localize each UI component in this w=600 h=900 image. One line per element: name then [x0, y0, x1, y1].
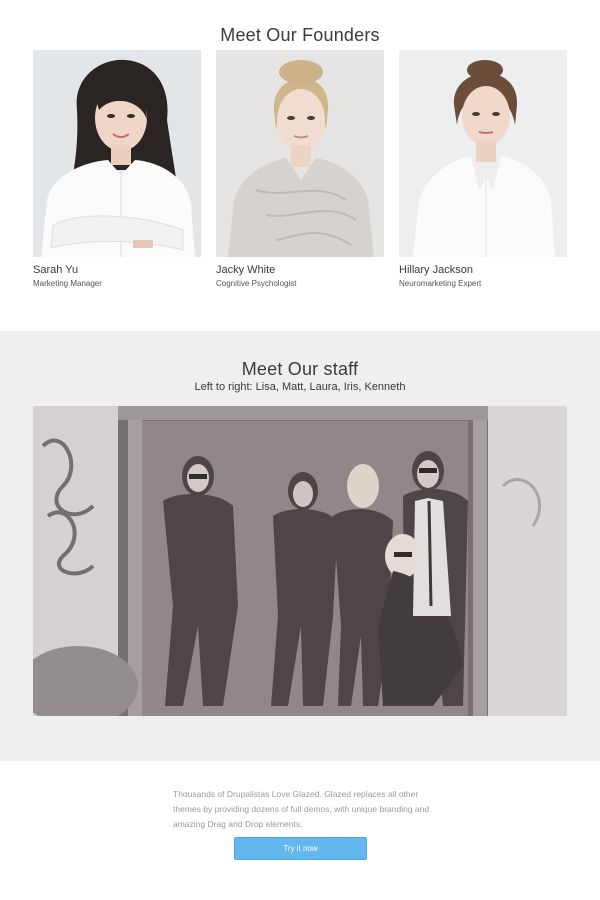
try-it-now-button[interactable]: Try it now [234, 837, 367, 860]
founder-name: Sarah Yu [33, 264, 79, 276]
founder-card: Sarah Yu Marketing Manager [33, 50, 201, 289]
staff-title: Meet Our staff [241, 359, 359, 379]
founder-card: Hillary Jackson Neuromarketing Expert [399, 50, 567, 289]
founder-name: Hillary Jackson [399, 264, 473, 276]
founder-role: Cognitive Psychologist [216, 279, 297, 288]
founders-section: Meet Our Founders Sarah Yu Marketing Man… [0, 0, 600, 331]
cta-section: Thousands of Drupalistas Love Glazed. Gl… [0, 761, 600, 900]
founder-role: Marketing Manager [33, 279, 102, 288]
staff-section: Meet Our staff Left to right: Lisa, Matt… [0, 331, 600, 761]
staff-subtitle: Left to right: Lisa, Matt, Laura, Iris, … [194, 381, 406, 393]
founders-title: Meet Our Founders [220, 25, 380, 45]
founder-card: Jacky White Cognitive Psychologist [216, 50, 384, 289]
cta-blurb: Thousands of Drupalistas Love Glazed. Gl… [173, 789, 430, 829]
founder-photo [216, 50, 384, 257]
staff-group-photo [33, 406, 567, 716]
founder-name: Jacky White [216, 264, 276, 276]
founder-photo [399, 50, 567, 257]
founder-photo [33, 50, 201, 257]
founder-role: Neuromarketing Expert [399, 279, 482, 288]
